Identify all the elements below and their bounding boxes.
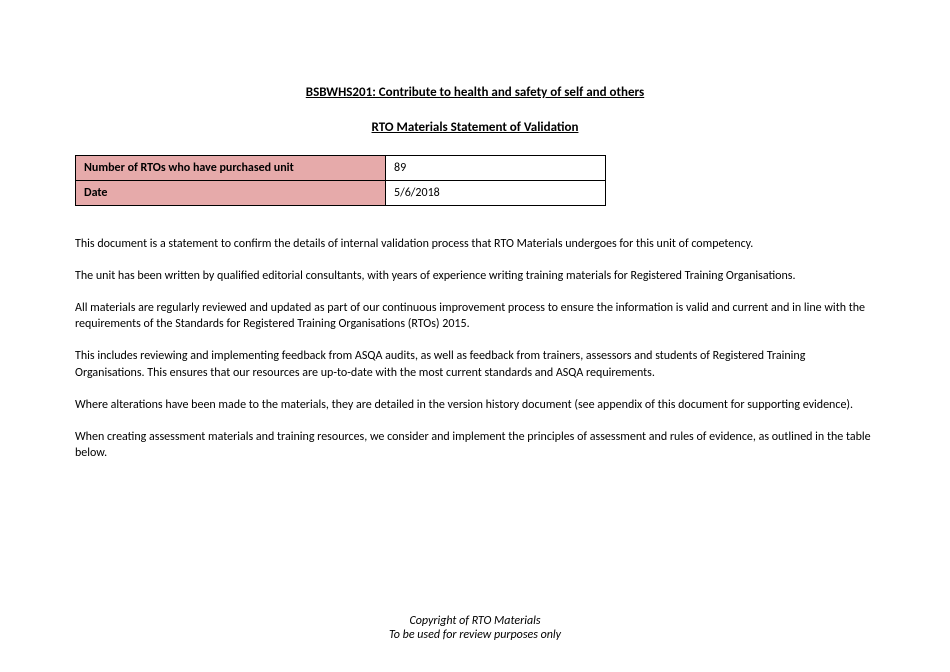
rto-count-label: Number of RTOs who have purchased unit [76, 156, 386, 181]
body-paragraph: When creating assessment materials and t… [75, 429, 875, 463]
info-table: Number of RTOs who have purchased unit 8… [75, 155, 606, 206]
copyright-line: Copyright of RTO Materials [0, 614, 950, 628]
table-row: Date 5/6/2018 [76, 181, 606, 206]
footer: Copyright of RTO Materials To be used fo… [0, 614, 950, 642]
document-subtitle: RTO Materials Statement of Validation [75, 120, 875, 135]
date-label: Date [76, 181, 386, 206]
table-row: Number of RTOs who have purchased unit 8… [76, 156, 606, 181]
document-title: BSBWHS201: Contribute to health and safe… [75, 85, 875, 100]
rto-count-value: 89 [386, 156, 606, 181]
usage-notice: To be used for review purposes only [0, 628, 950, 642]
body-paragraph: All materials are regularly reviewed and… [75, 300, 875, 334]
body-paragraph: This includes reviewing and implementing… [75, 348, 875, 382]
body-paragraph: The unit has been written by qualified e… [75, 268, 875, 285]
date-value: 5/6/2018 [386, 181, 606, 206]
body-paragraph: Where alterations have been made to the … [75, 397, 875, 414]
body-paragraph: This document is a statement to confirm … [75, 236, 875, 253]
